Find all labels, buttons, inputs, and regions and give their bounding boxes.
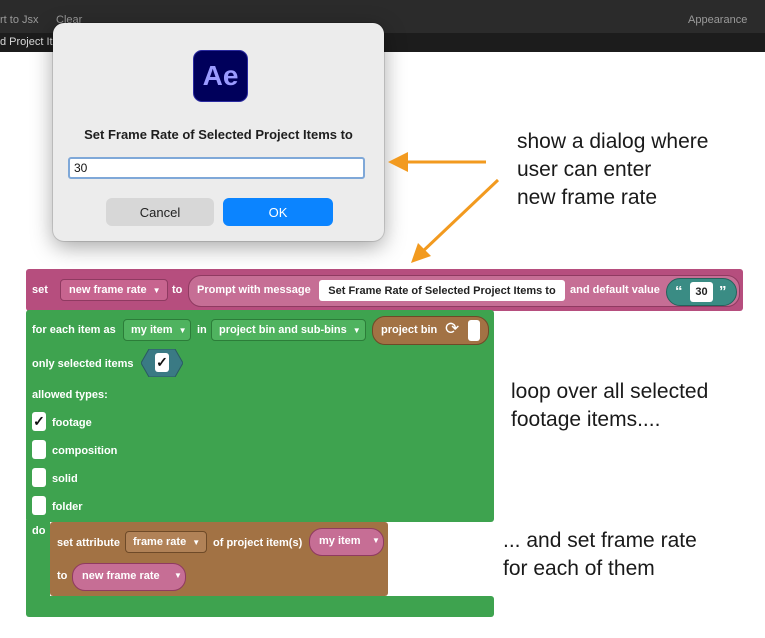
dialog-note: show a dialog where user can enter new f… [517,130,709,209]
arrow-to-prompt-block [411,178,500,263]
set-attribute-note: ... and set frame rate for each of them [503,529,697,580]
arrow-to-input [388,152,486,172]
loop-note: loop over all selected footage items.... [511,380,709,431]
